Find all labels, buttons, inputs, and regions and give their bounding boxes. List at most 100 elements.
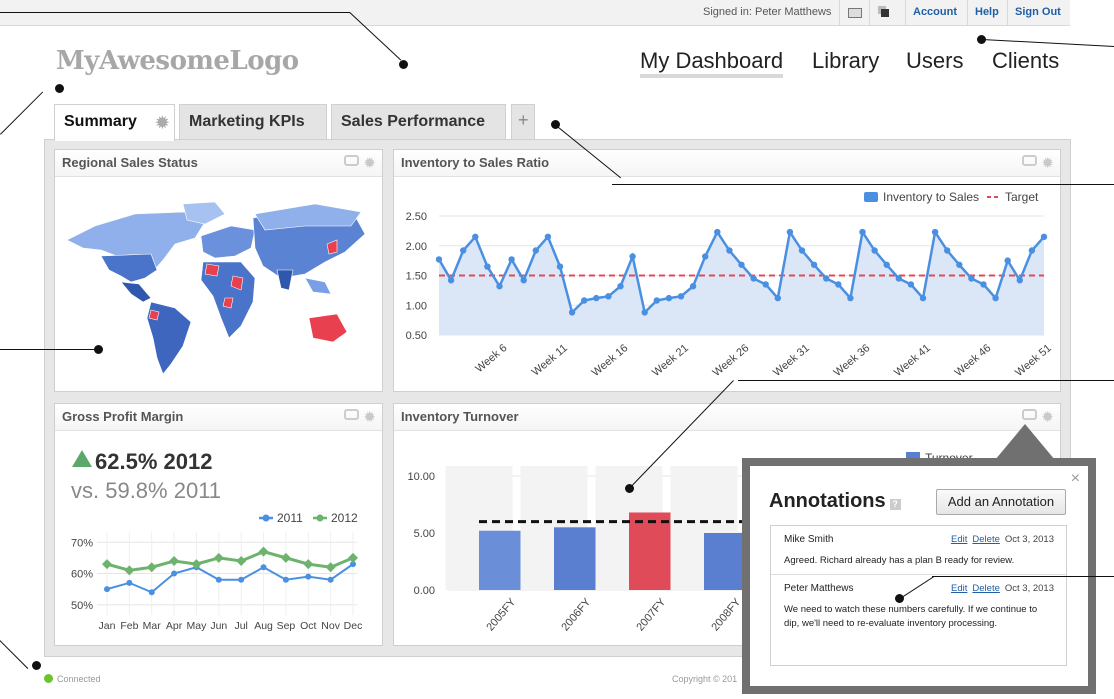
gear-icon[interactable]: ✹	[1041, 155, 1054, 172]
series-line	[106, 550, 354, 572]
window-icon[interactable]	[869, 0, 899, 26]
annotation-item: Peter Matthews Edit Delete Oct 3, 2013 We …	[771, 574, 1066, 637]
status-dot-icon	[44, 674, 53, 683]
data-point	[126, 579, 133, 586]
area-fill	[439, 232, 1044, 335]
delete-link[interactable]: Delete	[972, 534, 999, 545]
close-icon[interactable]: ×	[1071, 470, 1080, 488]
legend-label: 2012	[331, 511, 358, 525]
data-point	[907, 281, 915, 288]
nav-clients[interactable]: Clients	[992, 48, 1059, 74]
x-tick-label: 2007FY	[634, 596, 668, 634]
data-point	[146, 562, 157, 573]
map-mexico	[120, 281, 152, 303]
x-tick-label: 2006FY	[559, 596, 593, 634]
callout-line	[612, 184, 1114, 185]
data-point	[102, 559, 112, 570]
data-point	[532, 247, 539, 254]
help-icon[interactable]: ?	[889, 499, 901, 510]
tab-sales-performance[interactable]: Sales Performance	[331, 104, 506, 139]
data-point	[919, 294, 927, 302]
panel-title: Inventory Turnover	[394, 404, 1060, 431]
world-map[interactable]	[55, 178, 382, 392]
map-highlight-af3	[222, 297, 234, 309]
x-tick-label: Week 31	[771, 342, 812, 379]
y-tick-label: 0.00	[414, 585, 435, 597]
data-point	[689, 283, 697, 290]
add-annotation-button[interactable]: Add an Annotation	[936, 489, 1066, 515]
y-tick-label: 70%	[71, 537, 93, 549]
gear-icon[interactable]: ✹	[363, 409, 376, 426]
edit-link[interactable]: Edit	[951, 534, 967, 545]
data-point	[303, 559, 314, 570]
comment-icon[interactable]	[1022, 409, 1038, 420]
logo[interactable]: MyAwesomeLogo	[56, 46, 299, 76]
x-tick-label: Jul	[234, 620, 247, 632]
tab-marketing-kpis[interactable]: Marketing KPIs	[179, 104, 327, 139]
callout-line	[0, 640, 29, 669]
tab-summary-label: Summary	[64, 113, 137, 130]
data-point	[859, 228, 866, 236]
data-point	[895, 275, 902, 282]
data-point	[1028, 247, 1036, 254]
data-point	[823, 275, 830, 282]
signed-in-text: Signed in: Peter Matthews	[703, 6, 832, 18]
data-point	[980, 281, 987, 288]
x-tick-label: Week 11	[530, 342, 570, 378]
data-point	[484, 263, 491, 270]
data-point	[665, 294, 673, 302]
data-point	[786, 228, 794, 236]
map-se-asia	[304, 277, 332, 295]
x-tick-label: Week 26	[711, 342, 752, 379]
inventory-ratio-panel: Inventory to Sales Ratio ✹ Inventory to …	[393, 149, 1061, 392]
gear-icon[interactable]: ✹	[363, 155, 376, 172]
comment-icon[interactable]	[344, 409, 360, 420]
delete-link[interactable]: Delete	[972, 583, 999, 594]
x-tick-label: Mar	[143, 620, 162, 632]
callout-dot	[32, 661, 41, 670]
data-point	[883, 261, 890, 268]
edit-link[interactable]: Edit	[951, 583, 967, 594]
nav-users[interactable]: Users	[906, 48, 963, 74]
y-tick-label: 1.00	[406, 300, 427, 312]
help-link[interactable]: Help	[967, 0, 1006, 26]
data-point	[305, 573, 312, 580]
callout-line	[0, 12, 350, 13]
gear-icon[interactable]: ✹	[156, 113, 169, 133]
x-tick-label: Jan	[99, 620, 116, 632]
y-tick-label: 0.50	[406, 330, 427, 342]
data-point	[213, 552, 224, 563]
data-point	[447, 277, 455, 284]
trend-up-icon	[72, 450, 92, 467]
x-tick-label: 2005FY	[484, 596, 518, 634]
data-point	[171, 570, 178, 577]
data-point	[931, 228, 939, 236]
data-point	[496, 283, 503, 290]
comment-icon[interactable]	[344, 155, 360, 166]
data-point	[520, 277, 527, 284]
data-point	[653, 297, 660, 304]
add-tab-button[interactable]: +	[511, 104, 535, 139]
data-point	[258, 546, 269, 557]
data-point	[169, 556, 180, 566]
account-link[interactable]: Account	[905, 0, 964, 26]
popup-arrow	[995, 424, 1055, 460]
fullscreen-icon[interactable]	[839, 0, 869, 26]
legend-label: 2011	[277, 511, 303, 525]
inventory-ratio-chart[interactable]: Inventory to Sales Target 2.50 2.00 1.50 1.00…	[394, 178, 1060, 392]
nav-library[interactable]: Library	[812, 48, 879, 74]
data-point	[702, 253, 709, 260]
nav-my-dashboard[interactable]: My Dashboard	[640, 48, 784, 78]
map-australia	[308, 313, 348, 343]
sign-out-link[interactable]: Sign Out	[1007, 0, 1068, 26]
annotations-title-text: Annotations	[769, 490, 886, 512]
comment-icon[interactable]	[1022, 155, 1038, 166]
x-tick-label: Week 41	[892, 342, 933, 379]
x-tick-label: Sep	[277, 620, 296, 632]
data-point	[260, 564, 267, 571]
callout-dot	[55, 84, 64, 93]
gross-margin-chart[interactable]: 2011 2012 70% 60% 50% Jan Feb Mar Apr May Jun Jul Au…	[55, 504, 382, 644]
data-point	[1004, 257, 1011, 264]
legend-swatch-dot	[316, 514, 324, 522]
tab-summary[interactable]: Summary ✹	[54, 104, 175, 141]
